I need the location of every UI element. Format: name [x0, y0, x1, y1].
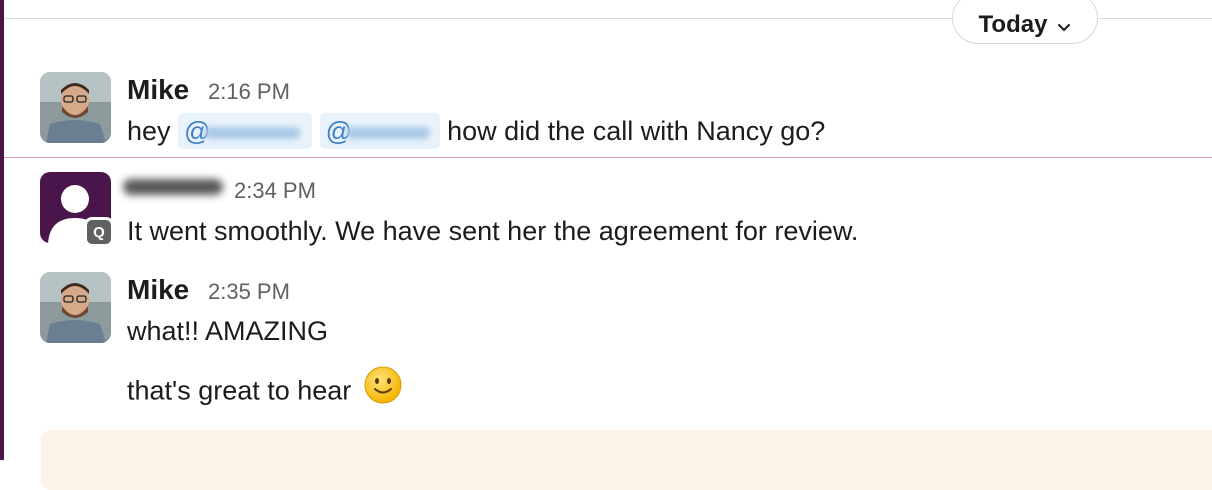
- message-text: It went smoothly. We have sent her the a…: [127, 216, 859, 246]
- workspace-rail-edge: [0, 0, 4, 460]
- message-composer-banner[interactable]: [41, 430, 1212, 490]
- message-timestamp[interactable]: 2:34 PM: [234, 178, 316, 204]
- message-text-line: that's great to hear: [127, 375, 352, 406]
- message-text-prefix: hey: [127, 116, 171, 146]
- slightly-smiling-face-icon[interactable]: [363, 365, 403, 412]
- avatar[interactable]: [40, 272, 111, 343]
- message-text: what!! AMAZING: [127, 316, 329, 346]
- message-author[interactable]: Mike: [127, 74, 189, 106]
- message-text-suffix: how did the call with Nancy go?: [447, 116, 826, 146]
- workspace-badge: Q: [84, 217, 114, 247]
- day-divider-label: Today: [978, 11, 1048, 38]
- message-author-redacted[interactable]: [123, 179, 223, 195]
- message-timestamp[interactable]: 2:35 PM: [208, 279, 290, 305]
- user-mention[interactable]: @: [178, 112, 313, 149]
- message-text: that's great to hear: [127, 366, 403, 412]
- chevron-down-icon: [1057, 20, 1071, 31]
- user-mention[interactable]: @: [319, 112, 440, 149]
- message-text: hey @ @ how did the call with Nancy go?: [127, 112, 826, 149]
- message-author[interactable]: Mike: [127, 274, 189, 306]
- new-messages-divider: [4, 157, 1212, 158]
- avatar[interactable]: [40, 72, 111, 143]
- message-timestamp[interactable]: 2:16 PM: [208, 79, 290, 105]
- day-divider-button[interactable]: Today: [952, 0, 1098, 44]
